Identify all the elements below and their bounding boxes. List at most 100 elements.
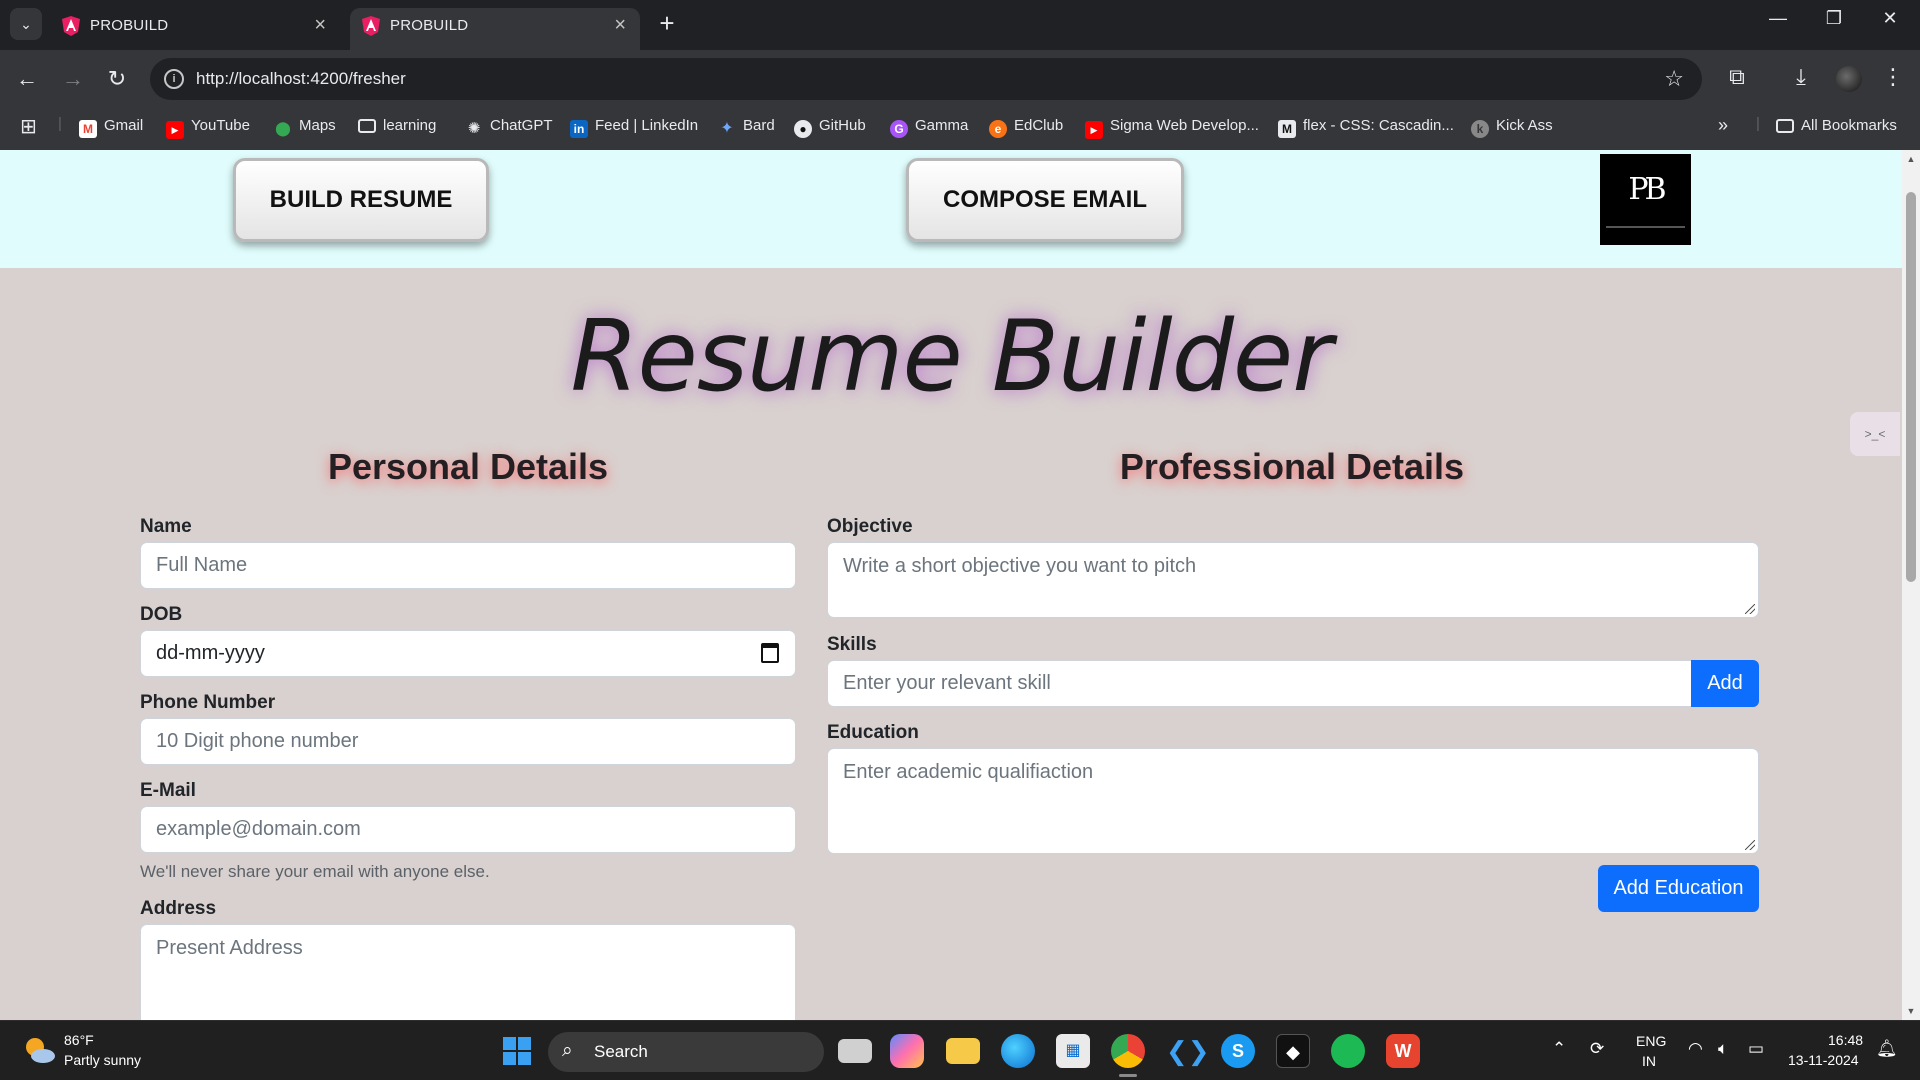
bookmark-chatgpt[interactable]: ✺ ChatGPT [465, 117, 553, 138]
site-info-icon[interactable]: i [164, 69, 184, 89]
bookmark-youtube[interactable]: ▶ YouTube [166, 117, 250, 139]
bookmark-label: Feed | LinkedIn [595, 117, 699, 134]
bookmark-linkedin[interactable]: in Feed | LinkedIn [570, 117, 698, 138]
objective-textarea[interactable]: Write a short objective you want to pitc… [827, 542, 1759, 618]
microsoft-store-icon[interactable]: ▦ [1056, 1034, 1090, 1068]
objective-placeholder: Write a short objective you want to pitc… [843, 555, 1197, 577]
task-view-icon[interactable] [838, 1039, 872, 1063]
scroll-down-icon[interactable]: ▼ [1906, 1006, 1916, 1016]
reload-icon[interactable]: ↻ [102, 64, 132, 94]
angular-icon [62, 16, 80, 36]
maps-icon: ⬤ [275, 120, 291, 136]
bookmark-folder-learning[interactable]: learning [358, 117, 436, 134]
clock-date[interactable]: 13-11-2024 [1788, 1052, 1859, 1068]
resize-handle-icon[interactable] [1745, 604, 1755, 614]
new-tab-icon[interactable]: + [652, 8, 682, 39]
bookmark-label: GitHub [819, 117, 866, 134]
bookmark-mdn[interactable]: Mflex - CSS: Cascadin... [1278, 117, 1454, 138]
forward-icon[interactable]: → [58, 64, 88, 94]
email-input[interactable]: example@domain.com [140, 806, 796, 853]
scroll-up-icon[interactable]: ▲ [1906, 154, 1916, 164]
partly-sunny-icon[interactable] [22, 1035, 56, 1065]
file-explorer-icon[interactable] [946, 1038, 980, 1064]
battery-icon[interactable]: ▭ [1748, 1039, 1764, 1059]
url-text[interactable]: http://localhost:4200/fresher [196, 69, 406, 89]
add-education-button[interactable]: Add Education [1598, 865, 1759, 912]
address-textarea[interactable]: Present Address [140, 924, 796, 1020]
search-label: Search [594, 1042, 648, 1061]
compose-email-button[interactable]: COMPOSE EMAIL [906, 158, 1184, 242]
calendar-icon[interactable] [761, 643, 779, 663]
wps-office-icon[interactable]: W [1386, 1034, 1420, 1068]
clock-time[interactable]: 16:48 [1828, 1032, 1863, 1048]
page-scrollbar[interactable]: ▲ ▼ [1902, 150, 1920, 1020]
copilot-icon[interactable] [890, 1034, 924, 1068]
bookmark-label: Kick Ass [1496, 117, 1553, 134]
phone-input[interactable]: 10 Digit phone number [140, 718, 796, 765]
address-bar[interactable]: i http://localhost:4200/fresher ☆ [150, 58, 1702, 100]
app-cube-icon[interactable]: ◆ [1276, 1034, 1310, 1068]
weather-temperature[interactable]: 86°F [64, 1032, 94, 1048]
close-tab-icon[interactable]: × [614, 14, 626, 37]
chrome-active-indicator [1119, 1074, 1137, 1077]
folder-icon [358, 119, 376, 133]
address-placeholder: Present Address [156, 937, 303, 959]
bookmark-edclub[interactable]: e EdClub [989, 117, 1063, 138]
tab-search-chevron-icon[interactable]: ⌄ [10, 8, 42, 40]
extensions-icon[interactable]: ⧉ [1722, 64, 1752, 90]
more-bookmarks-chevron-icon[interactable]: » [1718, 115, 1728, 136]
bookmark-bard[interactable]: ✦ Bard [718, 117, 774, 138]
tray-chevron-icon[interactable]: ⌃ [1552, 1039, 1566, 1059]
email-label: E-Mail [140, 780, 196, 801]
browser-tab-1[interactable]: PROBUILD × [50, 8, 340, 50]
download-icon[interactable]: ⤓ [1786, 64, 1816, 90]
bookmark-kickass[interactable]: k Kick Ass [1471, 117, 1553, 138]
probuild-logo[interactable]: PB [1600, 154, 1691, 245]
volume-icon[interactable]: 🔈︎ [1718, 1039, 1728, 1059]
windows-start-icon[interactable] [500, 1034, 534, 1068]
education-textarea[interactable]: Enter academic qualifiaction [827, 748, 1759, 854]
notification-bell-icon[interactable]: 🔔︎ [1876, 1039, 1898, 1059]
restore-icon[interactable]: ❐ [1814, 8, 1854, 29]
add-skill-button[interactable]: Add [1691, 660, 1759, 707]
professional-details-heading: Professional Details [1119, 446, 1465, 487]
bookmark-maps[interactable]: ⬤ Maps [274, 117, 336, 137]
language-indicator[interactable]: ENG [1636, 1033, 1666, 1049]
minimize-icon[interactable]: — [1758, 8, 1798, 29]
back-icon[interactable]: ← [12, 64, 42, 94]
bookmark-gmail[interactable]: M Gmail [79, 117, 143, 138]
skills-input[interactable]: Enter your relevant skill [827, 660, 1693, 707]
bookmark-star-icon[interactable]: ☆ [1664, 66, 1684, 92]
all-bookmarks-button[interactable]: All Bookmarks [1776, 117, 1897, 134]
apps-grid-icon[interactable]: ⊞ [20, 114, 37, 139]
bookmark-sigma[interactable]: ▶ Sigma Web Develop... [1085, 117, 1259, 139]
wifi-icon[interactable]: ◠ [1688, 1039, 1703, 1059]
edge-icon[interactable] [1001, 1034, 1035, 1068]
logo-tagline-line [1606, 226, 1685, 228]
browser-tab-2[interactable]: PROBUILD × [350, 8, 640, 50]
bookmark-gamma[interactable]: G Gamma [890, 117, 968, 138]
vscode-icon[interactable]: ❮❯ [1166, 1034, 1210, 1068]
skype-icon[interactable]: S [1221, 1034, 1255, 1068]
all-bookmarks-label: All Bookmarks [1801, 117, 1897, 134]
profile-avatar[interactable] [1836, 66, 1862, 92]
build-resume-button[interactable]: BUILD RESUME [233, 158, 489, 242]
scrollbar-thumb[interactable] [1906, 192, 1916, 582]
weather-description[interactable]: Partly sunny [64, 1052, 141, 1068]
close-window-icon[interactable]: ✕ [1870, 8, 1910, 29]
extension-sidebar-icon[interactable]: >_< [1850, 412, 1900, 456]
education-label: Education [827, 722, 919, 743]
region-indicator[interactable]: IN [1642, 1053, 1656, 1069]
menu-kebab-icon[interactable]: ⋮ [1878, 64, 1908, 90]
sync-icon[interactable]: ⟳ [1590, 1039, 1604, 1059]
resize-handle-icon[interactable] [1745, 840, 1755, 850]
dob-label: DOB [140, 604, 183, 625]
spotify-icon[interactable] [1331, 1034, 1365, 1068]
dob-input[interactable]: dd-mm-yyyy [140, 630, 796, 677]
chrome-icon[interactable] [1111, 1034, 1145, 1068]
bookmark-label: flex - CSS: Cascadin... [1303, 117, 1454, 134]
taskbar-search[interactable]: ⌕ Search [548, 1032, 824, 1072]
bookmark-github[interactable]: ● GitHub [794, 117, 866, 138]
close-tab-icon[interactable]: × [314, 14, 326, 37]
name-input[interactable]: Full Name [140, 542, 796, 589]
